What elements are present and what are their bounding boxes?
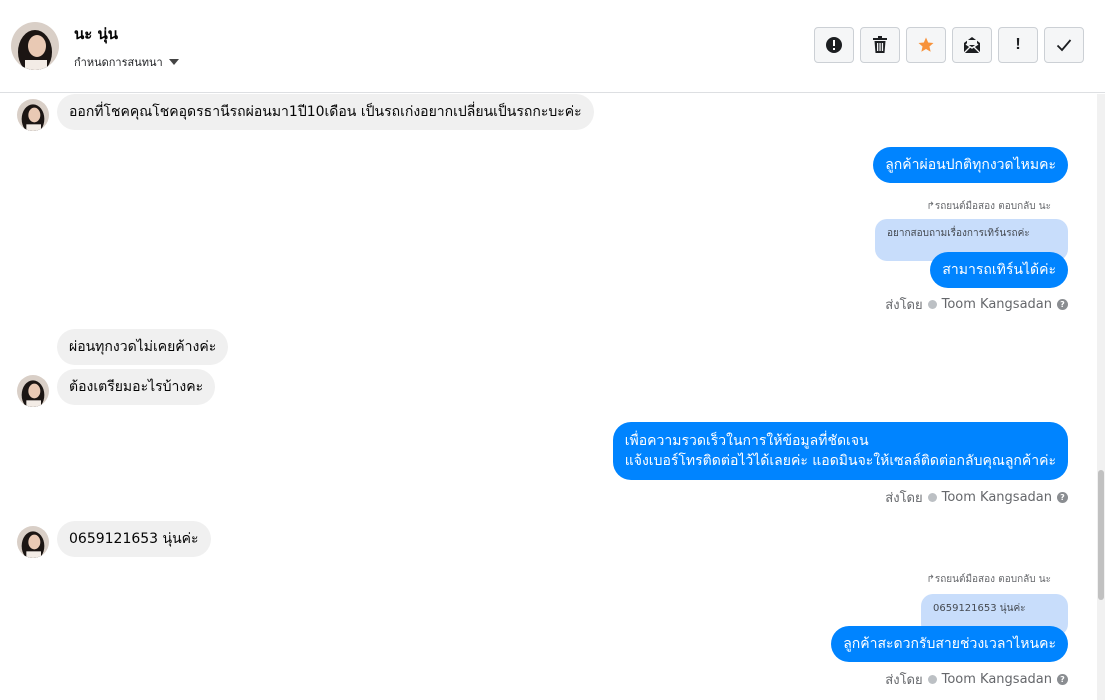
contact-avatar-small: [17, 99, 49, 131]
sender-name[interactable]: Toom Kangsadan: [942, 672, 1052, 687]
incoming-message[interactable]: ต้องเตรียมอะไรบ้างคะ: [57, 369, 216, 405]
sent-by-info: ส่งโดย Toom Kangsadan ?: [885, 669, 1068, 690]
reply-arrow-icon: ↱: [926, 201, 935, 212]
reply-context-label: ↱รถยนต์มือสอง ตอบกลับ นะ: [926, 572, 1051, 587]
sent-by-info: ส่งโดย Toom Kangsadan ?: [885, 487, 1068, 508]
thread-scrollbar[interactable]: [1097, 94, 1105, 700]
check-icon: [1056, 39, 1072, 52]
reply-context-label: ↱รถยนต์มือสอง ตอบกลับ นะ: [926, 199, 1051, 214]
help-icon[interactable]: ?: [1057, 674, 1068, 685]
trash-icon: [873, 36, 887, 53]
mark-unread-button[interactable]: [952, 27, 992, 63]
mark-spam-button[interactable]: [814, 27, 854, 63]
alert-circle-icon: [826, 37, 842, 53]
reply-label-text: รถยนต์มือสอง ตอบกลับ นะ: [934, 574, 1051, 585]
sent-by-label: ส่งโดย: [885, 491, 923, 506]
delete-button[interactable]: [860, 27, 900, 63]
mark-done-button[interactable]: [1044, 27, 1084, 63]
reply-arrow-icon: ↱: [926, 574, 935, 585]
sent-by-info: ส่งโดย Toom Kangsadan ?: [885, 294, 1068, 315]
sender-name[interactable]: Toom Kangsadan: [942, 297, 1052, 312]
reply-label-text: รถยนต์มือสอง ตอบกลับ นะ: [934, 201, 1051, 212]
assign-label: กำหนดการสนทนา: [74, 56, 163, 69]
status-dot-icon: [927, 493, 937, 502]
outgoing-message[interactable]: เพื่อความรวดเร็วในการให้ข้อมูลที่ชัดเจน …: [612, 422, 1068, 480]
envelope-icon: [963, 37, 981, 54]
exclamation-icon: !: [1015, 36, 1021, 53]
help-icon[interactable]: ?: [1057, 492, 1068, 503]
incoming-message[interactable]: 0659121653 นุ่นค่ะ: [57, 521, 211, 557]
incoming-message[interactable]: ผ่อนทุกงวดไม่เคยค้างค่ะ: [57, 329, 229, 365]
outgoing-message[interactable]: สามารถเทิร์นได้ค่ะ: [930, 252, 1068, 288]
conversation-toolbar: !: [814, 27, 1084, 63]
contact-avatar-small: [17, 375, 49, 407]
outgoing-message[interactable]: ลูกค้าสะดวกรับสายช่วงเวลาไหนคะ: [831, 626, 1068, 662]
assign-conversation-dropdown[interactable]: กำหนดการสนทนา: [74, 53, 179, 71]
caret-down-icon: [168, 59, 179, 65]
contact-avatar-small: [17, 526, 49, 558]
star-icon: [918, 37, 934, 52]
outgoing-message[interactable]: ลูกค้าผ่อนปกติทุกงวดไหมคะ: [873, 147, 1068, 183]
status-dot-icon: [927, 300, 937, 309]
status-dot-icon: [927, 675, 937, 684]
contact-name: นะ นุ่น: [74, 25, 119, 43]
star-button[interactable]: [906, 27, 946, 63]
contact-avatar[interactable]: [11, 22, 59, 70]
sent-by-label: ส่งโดย: [885, 298, 923, 313]
message-line: แจ้งเบอร์โทรติดต่อไว้ได้เลยค่ะ แอดมินจะใ…: [624, 453, 1056, 469]
conversation-header: นะ นุ่น กำหนดการสนทนา !: [0, 0, 1105, 93]
scrollbar-thumb[interactable]: [1098, 470, 1104, 600]
sent-by-label: ส่งโดย: [885, 673, 923, 688]
sender-name[interactable]: Toom Kangsadan: [942, 490, 1052, 505]
help-icon[interactable]: ?: [1057, 299, 1068, 310]
message-line: เพื่อความรวดเร็วในการให้ข้อมูลที่ชัดเจน: [624, 433, 869, 449]
message-thread: ออกที่โชคคุณโชคอุดรธานีรถผ่อนมา1ปี10เดือ…: [0, 94, 1097, 700]
incoming-message[interactable]: ออกที่โชคคุณโชคอุดรธานีรถผ่อนมา1ปี10เดือ…: [57, 94, 594, 130]
follow-up-button[interactable]: !: [998, 27, 1038, 63]
